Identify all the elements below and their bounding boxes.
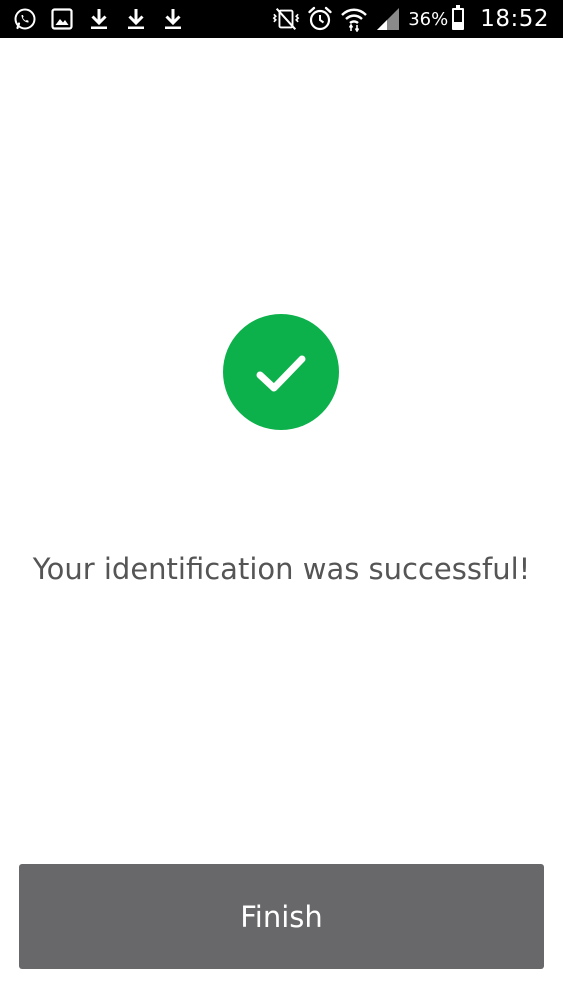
checkmark-icon <box>256 355 306 392</box>
download-icon <box>160 6 186 32</box>
signal-icon <box>374 5 402 33</box>
mute-vibrate-icon <box>272 5 300 33</box>
finish-button[interactable]: Finish <box>19 864 544 969</box>
battery-percent: 36% <box>408 8 449 30</box>
notification-icons <box>12 5 197 33</box>
system-indicators: 36% 18:52 <box>266 4 549 34</box>
wifi-icon <box>340 5 368 33</box>
success-badge <box>223 314 339 430</box>
whatsapp-icon <box>12 6 38 32</box>
status-bar: 36% 18:52 <box>0 0 563 38</box>
gallery-icon <box>49 6 75 32</box>
battery-icon <box>452 5 465 30</box>
download-icon <box>86 6 112 32</box>
download-icon <box>123 6 149 32</box>
alarm-icon <box>306 5 334 33</box>
success-message: Your identification was successful! <box>32 552 531 586</box>
battery-level <box>454 21 463 28</box>
clock: 18:52 <box>480 6 549 32</box>
